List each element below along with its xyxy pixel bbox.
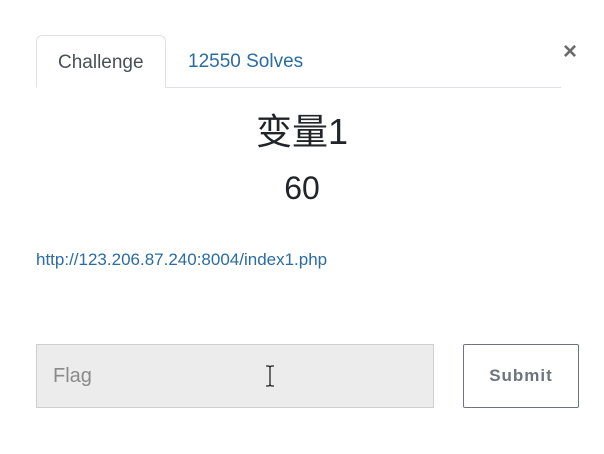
text-cursor-icon: [266, 365, 274, 387]
challenge-link[interactable]: http://123.206.87.240:8004/index1.php: [36, 249, 327, 271]
submit-button[interactable]: Submit: [463, 344, 579, 408]
challenge-modal: Challenge 12550 Solves × 变量1 60 http://1…: [0, 0, 604, 454]
challenge-title: 变量1: [255, 111, 349, 152]
tab-challenge[interactable]: Challenge: [36, 35, 166, 88]
tab-solves[interactable]: 12550 Solves: [166, 35, 324, 87]
close-icon[interactable]: ×: [559, 38, 581, 66]
flag-input[interactable]: [36, 344, 434, 408]
challenge-points: 60: [284, 170, 320, 206]
tab-bar: Challenge 12550 Solves: [36, 35, 561, 88]
